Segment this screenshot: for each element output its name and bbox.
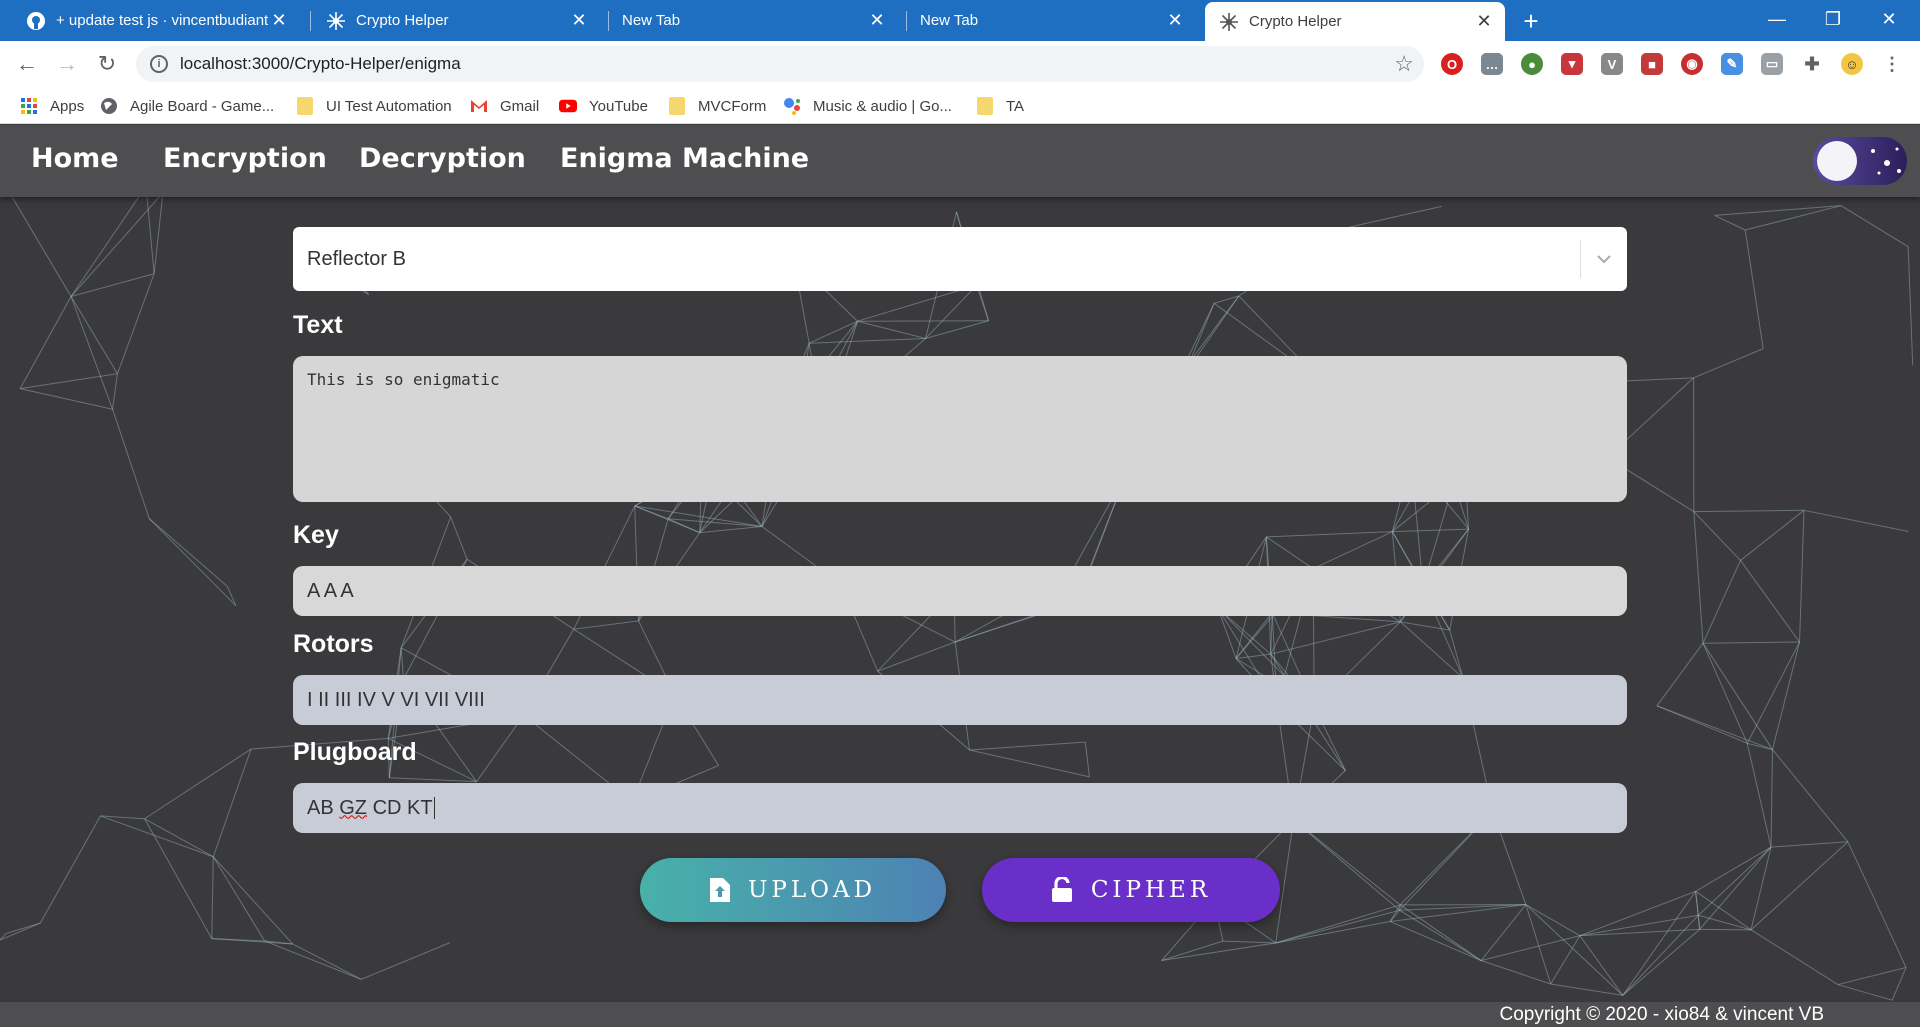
tab-title: New Tab — [622, 12, 681, 29]
tab-title: + update test js · vincentbudianto — [56, 12, 268, 29]
bookmark-star-icon[interactable]: ☆ — [1394, 51, 1414, 77]
cipher-label: CIPHER — [1090, 877, 1212, 903]
upload-button[interactable]: UPLOAD — [640, 858, 946, 922]
browser-tab[interactable]: New Tab ✕ — [896, 0, 1196, 41]
gmail-icon — [470, 97, 488, 115]
nav-home[interactable]: Home — [31, 143, 119, 174]
theme-toggle[interactable] — [1813, 137, 1907, 185]
globe-extension-icon[interactable]: ● — [1521, 53, 1543, 75]
bookmark-agile-board[interactable]: Agile Board - Game... — [100, 95, 274, 117]
window-close-icon[interactable]: ✕ — [1866, 0, 1912, 38]
bookmark-music-audio[interactable]: Music & audio | Go... — [783, 95, 952, 117]
bookmark-label: Music & audio | Go... — [813, 97, 952, 115]
minimize-icon[interactable]: — — [1754, 0, 1800, 38]
chevron-down-icon[interactable] — [1581, 254, 1627, 264]
bookmark-label: UI Test Automation — [326, 97, 452, 115]
close-icon[interactable]: ✕ — [268, 10, 290, 32]
new-tab-plus-icon[interactable]: + — [1516, 6, 1546, 36]
reflector-select[interactable]: Reflector B — [293, 227, 1627, 291]
folder-icon — [976, 97, 994, 115]
globe-icon — [100, 97, 118, 115]
eye-extension-icon[interactable]: ◉ — [1681, 53, 1703, 75]
close-icon[interactable]: ✕ — [866, 10, 888, 32]
bookmark-label: Apps — [50, 97, 85, 115]
folder-icon — [296, 97, 314, 115]
text-input[interactable]: This is so enigmatic — [293, 356, 1627, 502]
bookmark-ta[interactable]: TA — [976, 95, 1024, 117]
text-caret — [433, 797, 435, 819]
chat-extension-icon[interactable]: … — [1481, 53, 1503, 75]
bookmark-mvcform[interactable]: MVCForm — [668, 95, 766, 117]
plugboard-text: AB — [307, 796, 340, 819]
bookmark-youtube[interactable]: YouTube — [559, 95, 648, 117]
bookmark-apps[interactable]: Apps — [20, 95, 84, 117]
github-icon — [26, 11, 46, 31]
footer: Copyright © 2020 - xio84 & vincent VB — [0, 1002, 1920, 1027]
back-arrow-icon[interactable]: ← — [12, 49, 42, 79]
crypto-helper-icon — [1219, 12, 1239, 32]
close-icon[interactable]: ✕ — [568, 10, 590, 32]
menu-kebab-icon[interactable]: ⋮ — [1881, 53, 1903, 75]
upload-label: UPLOAD — [747, 877, 877, 903]
nav-decryption[interactable]: Decryption — [359, 143, 526, 174]
browser-tab[interactable]: Crypto Helper ✕ — [300, 0, 600, 41]
crypto-helper-icon — [326, 11, 346, 31]
pocket-extension-icon[interactable]: ▾ — [1561, 53, 1583, 75]
cipher-button[interactable]: CIPHER — [982, 858, 1280, 922]
reflector-value: Reflector B — [307, 247, 406, 270]
nav-encryption[interactable]: Encryption — [163, 143, 327, 174]
close-icon[interactable]: ✕ — [1164, 10, 1186, 32]
forward-arrow-icon[interactable]: → — [52, 49, 82, 79]
tampermonkey-extension-icon[interactable]: ■ — [1641, 53, 1663, 75]
bookmark-ui-test-automation[interactable]: UI Test Automation — [296, 95, 452, 117]
browser-tab-bar: + update test js · vincentbudianto ✕ Cry… — [0, 0, 1920, 41]
rotors-label: Rotors — [293, 630, 374, 658]
bookmark-label: Agile Board - Game... — [130, 97, 275, 115]
text-label: Text — [293, 311, 343, 339]
key-input[interactable]: A A A — [293, 566, 1627, 616]
browser-toolbar: ← → ↻ i localhost:3000/Crypto-Helper/eni… — [0, 41, 1920, 87]
site-navbar: Home Encryption Decryption Enigma Machin… — [0, 125, 1920, 197]
tab-title: Crypto Helper — [1249, 13, 1342, 30]
address-bar[interactable]: i localhost:3000/Crypto-Helper/enigma ☆ — [136, 46, 1424, 82]
key-label: Key — [293, 521, 339, 549]
tab-title: New Tab — [920, 12, 979, 29]
info-icon[interactable]: i — [150, 55, 168, 73]
reload-icon[interactable]: ↻ — [92, 49, 122, 79]
bookmark-label: Gmail — [500, 97, 540, 115]
bookmarks-bar: Apps Agile Board - Game... UI Test Autom… — [0, 87, 1920, 124]
copyright-text: Copyright © 2020 - xio84 & vincent VB — [1499, 1004, 1824, 1025]
stars-icon — [1871, 147, 1901, 175]
opera-extension-icon[interactable]: O — [1441, 53, 1463, 75]
browser-tab[interactable]: + update test js · vincentbudianto ✕ — [0, 0, 300, 41]
page: Home Encryption Decryption Enigma Machin… — [0, 125, 1920, 1027]
restore-icon[interactable]: ❐ — [1810, 0, 1856, 38]
nav-enigma-machine[interactable]: Enigma Machine — [560, 143, 809, 174]
youtube-icon — [559, 97, 577, 115]
rotors-input[interactable]: I II III IV V VI VII VIII — [293, 675, 1627, 725]
folder-icon — [668, 97, 686, 115]
plugboard-text: CD KT — [367, 796, 433, 819]
bookmark-label: TA — [1006, 97, 1025, 115]
pen-extension-icon[interactable]: ✎ — [1721, 53, 1743, 75]
browser-tab[interactable]: New Tab ✕ — [598, 0, 898, 41]
tab-title: Crypto Helper — [356, 12, 449, 29]
close-icon[interactable]: ✕ — [1473, 11, 1495, 33]
apps-grid-icon — [20, 97, 38, 115]
screenshot-extension-icon[interactable]: ▭ — [1761, 53, 1783, 75]
avatar[interactable]: ☺ — [1841, 53, 1863, 75]
bookmark-label: MVCForm — [698, 97, 767, 115]
browser-tab-active[interactable]: Crypto Helper ✕ — [1205, 2, 1505, 41]
bookmark-gmail[interactable]: Gmail — [470, 95, 539, 117]
url-text: localhost:3000/Crypto-Helper/enigma — [180, 54, 461, 73]
plugboard-input[interactable]: AB GZ CD KT — [293, 783, 1627, 833]
plugboard-label: Plugboard — [293, 738, 417, 766]
bookmark-label: YouTube — [589, 97, 648, 115]
file-upload-icon — [709, 878, 730, 902]
puzzle-extensions-icon[interactable]: ✚ — [1801, 53, 1823, 75]
plugboard-text: GZ — [339, 796, 368, 819]
google-assistant-icon — [783, 97, 801, 115]
vimeo-extension-icon[interactable]: V — [1601, 53, 1623, 75]
unlock-icon — [1051, 877, 1073, 903]
